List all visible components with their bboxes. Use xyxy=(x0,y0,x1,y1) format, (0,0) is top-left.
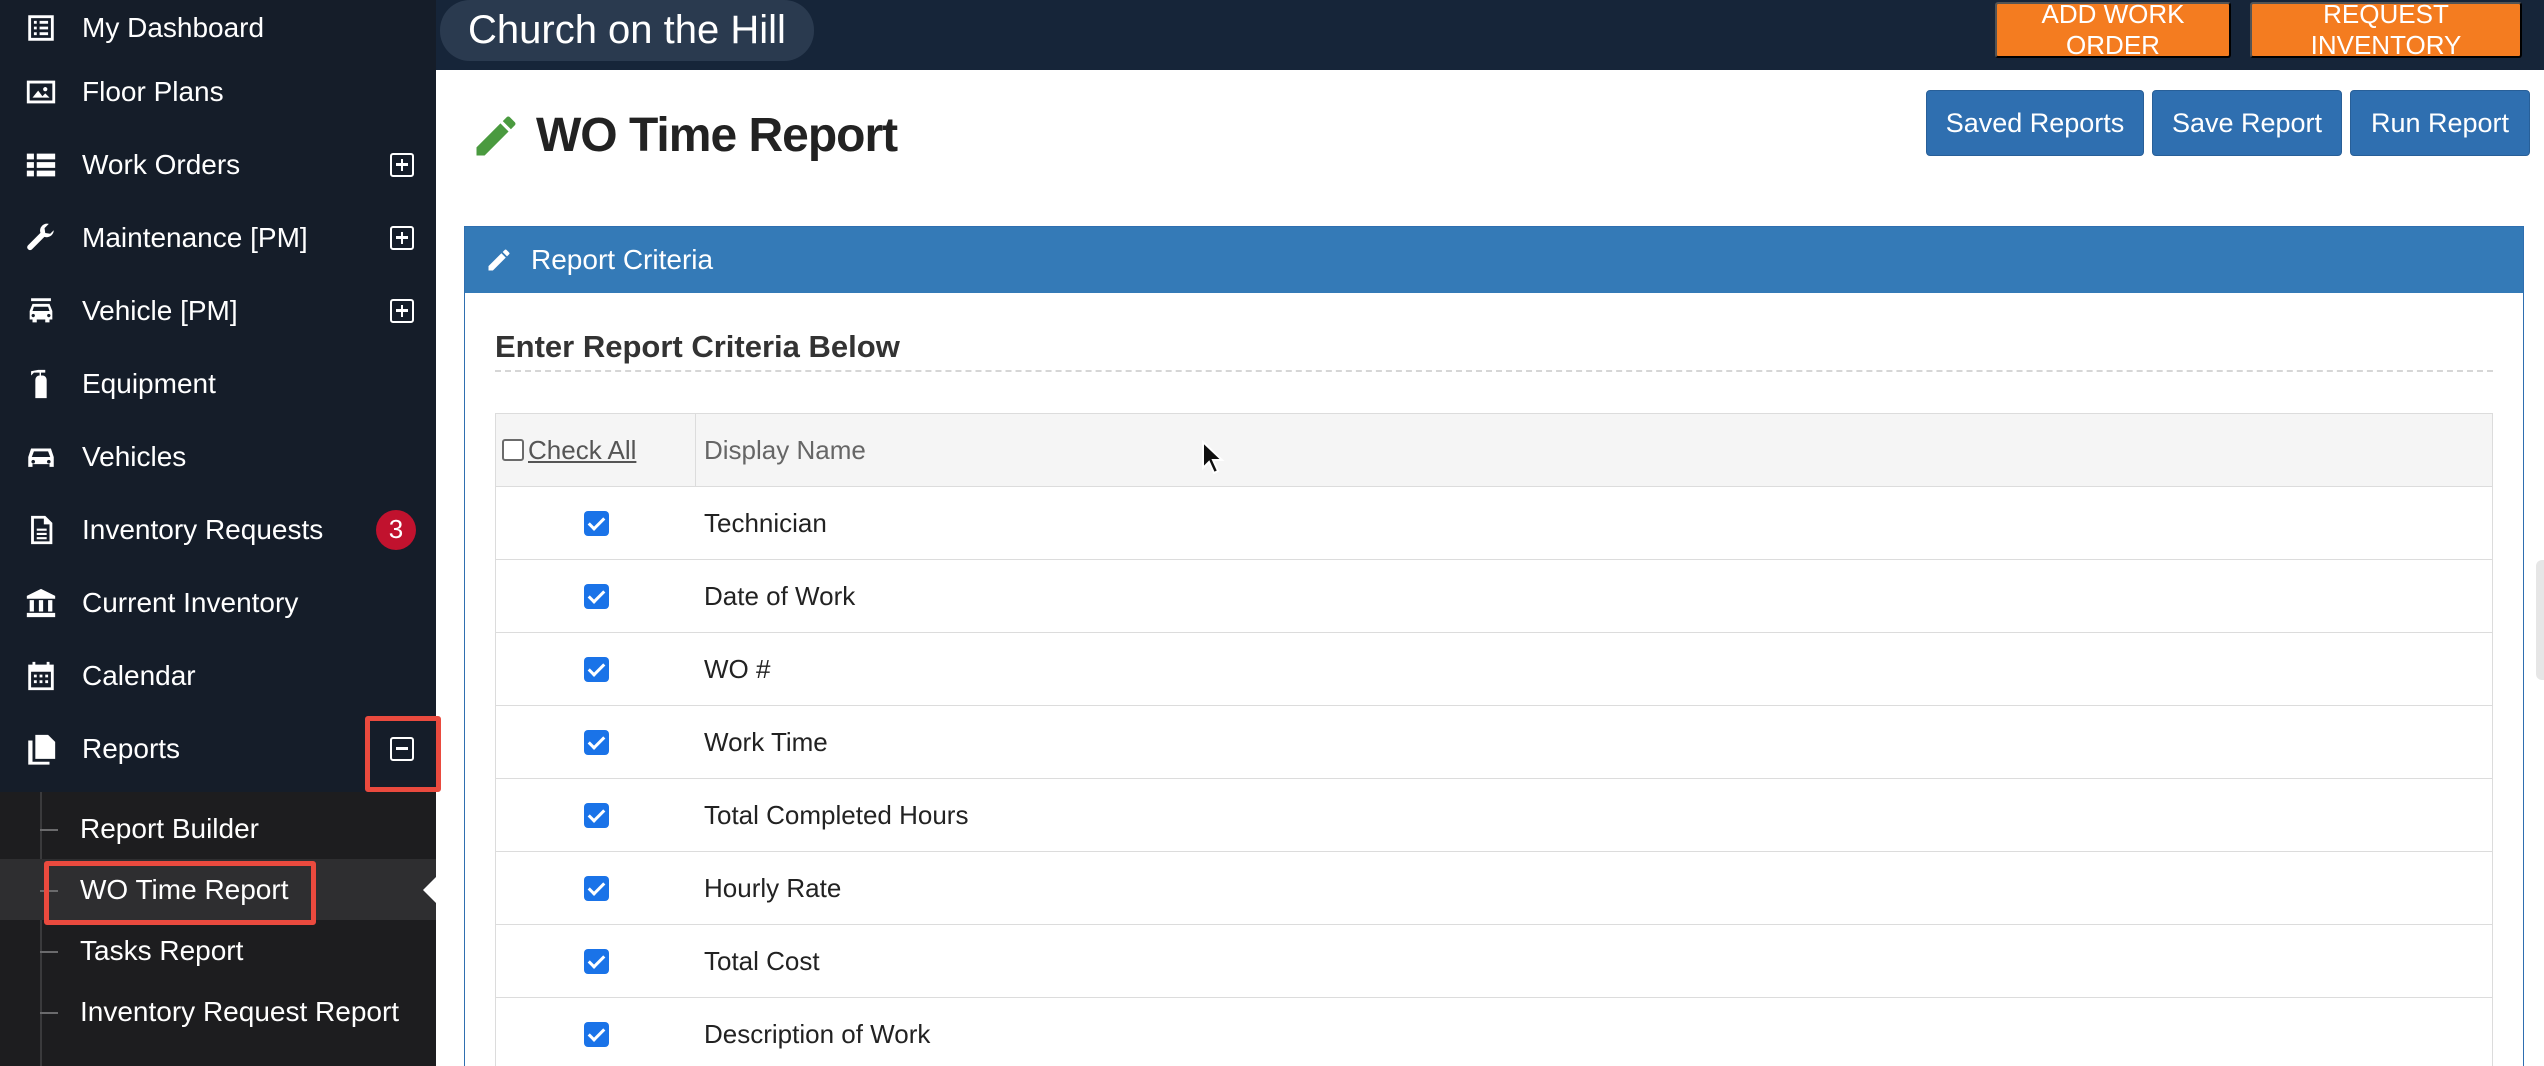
pencil-icon xyxy=(488,249,510,271)
sidebar-item-equipment[interactable]: Equipment xyxy=(0,347,436,420)
row-label: Work Time xyxy=(704,726,828,757)
sidebar-item-label: Calendar xyxy=(82,659,196,691)
document-icon xyxy=(20,512,62,548)
run-report-button[interactable]: Run Report xyxy=(2350,90,2530,156)
sidebar-item-label: Maintenance [PM] xyxy=(82,221,308,253)
site-name[interactable]: Church on the Hill xyxy=(440,0,814,61)
sidebar-item-current-inventory[interactable]: Current Inventory xyxy=(0,566,436,639)
tree-tick xyxy=(40,950,58,953)
car-service-icon xyxy=(20,293,62,329)
sidebar-item-label: My Dashboard xyxy=(82,11,265,43)
sidebar-item-label: Floor Plans xyxy=(82,75,224,107)
row-checkbox[interactable] xyxy=(583,583,609,609)
sidebar-item-calendar[interactable]: Calendar xyxy=(0,639,436,712)
criteria-subheading: Enter Report Criteria Below xyxy=(495,329,900,364)
criteria-table: Check All Display Name Technician Date o… xyxy=(495,413,2493,1066)
sidebar: My Dashboard Floor Plans Work Orders Mai… xyxy=(0,0,436,1066)
sidebar-item-floor-plans[interactable]: Floor Plans xyxy=(0,55,436,128)
reports-submenu: Report Builder WO Time Report Tasks Repo… xyxy=(0,792,436,1066)
active-caret-icon xyxy=(423,876,436,903)
sidebar-item-maintenance-pm[interactable]: Maintenance [PM] xyxy=(0,201,436,274)
bank-icon xyxy=(20,585,62,621)
image-icon xyxy=(20,74,62,110)
wrench-icon xyxy=(20,220,62,256)
submenu-item-label: WO Time Report xyxy=(80,873,289,905)
panel-title: Report Criteria xyxy=(531,244,714,275)
tree-tick xyxy=(40,828,58,831)
expand-icon[interactable] xyxy=(390,298,414,323)
table-row: Date of Work xyxy=(496,560,2492,633)
sidebar-item-vehicles[interactable]: Vehicles xyxy=(0,420,436,493)
sidebar-item-work-orders[interactable]: Work Orders xyxy=(0,128,436,201)
notification-badge: 3 xyxy=(376,509,416,550)
submenu-item-label: Inventory Request Report xyxy=(80,995,400,1027)
expand-icon[interactable] xyxy=(390,225,414,250)
sidebar-item-vehicle-pm[interactable]: Vehicle [PM] xyxy=(0,274,436,347)
row-label: Total Completed Hours xyxy=(704,799,969,830)
check-all-cell: Check All xyxy=(496,414,696,486)
row-checkbox[interactable] xyxy=(583,875,609,901)
row-label: Date of Work xyxy=(704,580,856,611)
page-title: WO Time Report xyxy=(536,109,898,162)
add-work-order-button[interactable]: ADD WORK ORDER xyxy=(1995,0,2231,60)
table-row: Total Completed Hours xyxy=(496,779,2492,852)
row-label: Hourly Rate xyxy=(704,872,842,903)
check-all-checkbox[interactable] xyxy=(502,439,524,461)
submenu-item-report-builder[interactable]: Report Builder xyxy=(0,798,436,859)
row-label: Total Cost xyxy=(704,945,820,976)
row-checkbox[interactable] xyxy=(583,1021,609,1047)
submenu-item-inventory-request-report[interactable]: Inventory Request Report xyxy=(0,981,436,1042)
submenu-item-wo-time-report[interactable]: WO Time Report xyxy=(0,859,436,925)
table-row: Work Time xyxy=(496,706,2492,779)
expand-icon[interactable] xyxy=(390,152,414,177)
submenu-item-label: Tasks Report xyxy=(80,934,244,966)
check-all-link[interactable]: Check All xyxy=(528,435,636,466)
sidebar-nav: My Dashboard Floor Plans Work Orders Mai… xyxy=(0,0,436,785)
table-row: Total Cost xyxy=(496,925,2492,998)
row-checkbox[interactable] xyxy=(583,948,609,974)
pencil-icon xyxy=(476,116,516,155)
car-icon xyxy=(20,439,62,475)
calendar-icon xyxy=(20,658,62,694)
row-checkbox[interactable] xyxy=(583,802,609,828)
page-header: WO Time Report xyxy=(470,108,898,163)
sidebar-item-label: Vehicles xyxy=(82,440,187,472)
row-checkbox[interactable] xyxy=(583,729,609,755)
list-grid-icon xyxy=(20,147,62,183)
save-report-button[interactable]: Save Report xyxy=(2152,90,2342,156)
side-tab[interactable] xyxy=(2536,560,2544,680)
sidebar-item-label: Reports xyxy=(82,732,181,764)
table-row: WO # xyxy=(496,633,2492,706)
list-icon xyxy=(20,10,62,46)
row-label: Technician xyxy=(704,507,827,538)
submenu-item-tasks-report[interactable]: Tasks Report xyxy=(0,920,436,981)
sidebar-item-label: Vehicle [PM] xyxy=(82,294,238,326)
row-label: Description of Work xyxy=(704,1018,931,1049)
request-inventory-button[interactable]: REQUEST INVENTORY xyxy=(2250,0,2522,60)
tree-tick xyxy=(40,1011,58,1014)
sidebar-item-label: Equipment xyxy=(82,367,216,399)
row-checkbox[interactable] xyxy=(583,656,609,682)
sidebar-item-label: Current Inventory xyxy=(82,586,299,618)
sidebar-item-inventory-requests[interactable]: Inventory Requests 3 xyxy=(0,493,436,566)
table-row: Description of Work xyxy=(496,998,2492,1066)
copy-icon xyxy=(20,731,62,767)
reports-toggle-highlight xyxy=(365,716,441,792)
table-row: Hourly Rate xyxy=(496,852,2492,925)
report-criteria-panel: Report Criteria Enter Report Criteria Be… xyxy=(464,226,2524,1066)
sidebar-item-label: Inventory Requests xyxy=(82,513,324,545)
table-row: Technician xyxy=(496,487,2492,560)
panel-header: Report Criteria xyxy=(465,227,2523,293)
table-header: Check All Display Name xyxy=(496,414,2492,487)
mouse-cursor-icon xyxy=(1202,440,1225,475)
sidebar-item-label: Work Orders xyxy=(82,148,241,180)
saved-reports-button[interactable]: Saved Reports xyxy=(1926,90,2144,156)
sidebar-item-my-dashboard[interactable]: My Dashboard xyxy=(0,0,436,55)
display-name-header: Display Name xyxy=(704,434,866,465)
dashed-divider xyxy=(495,370,2493,372)
submenu-item-label: Report Builder xyxy=(80,812,259,844)
fire-extinguisher-icon xyxy=(20,366,62,402)
row-checkbox[interactable] xyxy=(583,510,609,536)
row-label: WO # xyxy=(704,653,771,684)
